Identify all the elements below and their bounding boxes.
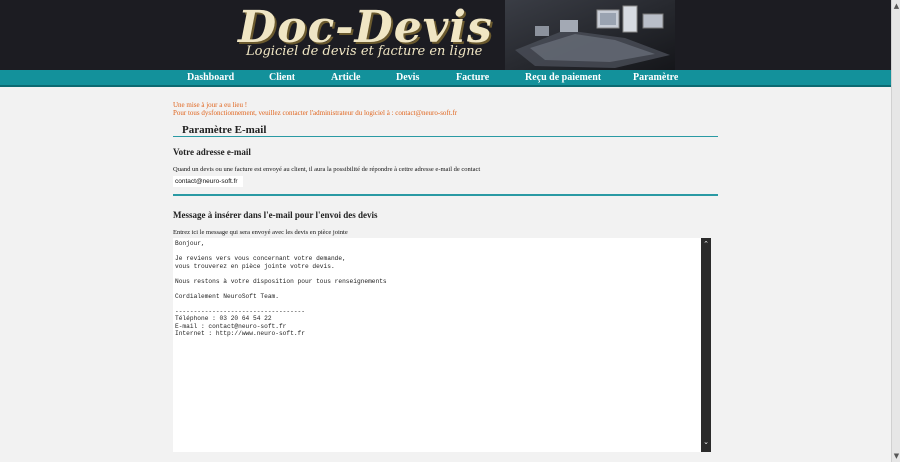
email-section-description: Quand un devis ou une facture est envoyé… <box>173 166 481 173</box>
scroll-up-icon[interactable]: ▲ <box>893 2 900 10</box>
nav-item-devis[interactable]: Devis <box>396 72 419 83</box>
nav-item-client[interactable]: Client <box>269 72 295 83</box>
banner-illustration <box>505 0 675 70</box>
message-section-description: Entrez ici le message qui sera envoyé av… <box>173 229 348 236</box>
email-section-heading: Votre adresse e-mail <box>173 147 251 157</box>
header-banner: Doc-Devis Logiciel de devis et facture e… <box>0 0 891 70</box>
nav-item-facture[interactable]: Facture <box>456 72 489 83</box>
title-divider <box>173 136 718 137</box>
nav-item-parametre[interactable]: Paramètre <box>633 72 678 83</box>
message-section-heading: Message à insérer dans l'e-mail pour l'e… <box>173 210 378 220</box>
nav-item-article[interactable]: Article <box>331 72 360 83</box>
email-field[interactable]: contact@neuro-soft.fr <box>173 176 243 187</box>
contact-notice: Pour tous dysfonctionnement, veuillez co… <box>173 109 458 117</box>
textarea-scroll-up-icon[interactable]: ⌃ <box>701 240 711 248</box>
main-nav: Dashboard Client Article Devis Facture R… <box>0 70 891 87</box>
nav-item-dashboard[interactable]: Dashboard <box>187 72 234 83</box>
textarea-scroll-down-icon[interactable]: ⌄ <box>701 438 711 446</box>
section-divider <box>173 194 718 196</box>
message-textarea[interactable]: Bonjour, Je reviens vers vous concernant… <box>173 238 701 452</box>
logo-subtitle: Logiciel de devis et facture en ligne <box>246 44 483 59</box>
message-textarea-container: Bonjour, Je reviens vers vous concernant… <box>173 238 711 452</box>
textarea-scrollbar[interactable]: ⌃ ⌄ <box>701 238 711 452</box>
update-notice: Une mise à jour a eu lieu ! <box>173 101 248 109</box>
page-title: Paramètre E-mail <box>182 124 267 136</box>
page-scrollbar[interactable]: ▲ ▼ <box>891 0 900 462</box>
scroll-down-icon[interactable]: ▼ <box>893 452 900 460</box>
nav-item-recu-paiement[interactable]: Reçu de paiement <box>525 72 601 83</box>
